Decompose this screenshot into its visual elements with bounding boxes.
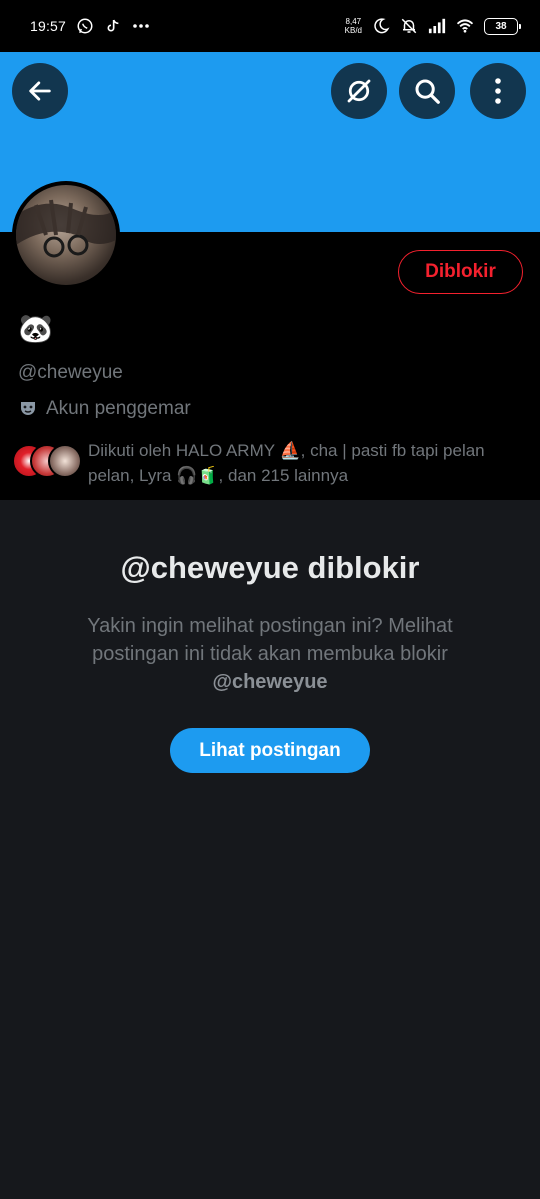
back-arrow-icon xyxy=(29,81,51,101)
theater-mask-icon xyxy=(18,399,38,419)
more-dots-icon xyxy=(132,17,150,35)
tiktok-icon xyxy=(104,17,122,35)
blocked-title: @cheweyue diblokir xyxy=(120,550,420,585)
moon-icon xyxy=(372,17,390,35)
battery-icon: 38 xyxy=(484,17,521,35)
view-posts-button[interactable]: Lihat postingan xyxy=(170,728,370,773)
blocked-section xyxy=(0,500,540,1199)
whatsapp-icon xyxy=(76,17,94,35)
status-bar-right: 8,47 KB/d 38 xyxy=(345,17,521,35)
battery-level: 38 xyxy=(495,20,507,32)
back-button[interactable] xyxy=(12,63,68,119)
followed-by[interactable]: Diikuti oleh HALO ARMY ⛵, cha | pasti fb… xyxy=(12,438,532,492)
blocked-description: Yakin ingin melihat postingan ini? Melih… xyxy=(50,612,490,696)
profile-handle: @cheweyue xyxy=(18,362,123,383)
bell-off-icon xyxy=(400,17,418,35)
network-speed-value: 8,47 xyxy=(345,17,362,26)
wifi-icon xyxy=(456,17,474,35)
avatar[interactable] xyxy=(12,181,120,289)
more-options-button[interactable] xyxy=(470,63,526,119)
search-icon xyxy=(415,79,440,104)
profile-category: Akun penggemar xyxy=(18,398,191,420)
grok-icon xyxy=(347,79,371,103)
blocked-button[interactable]: Diblokir xyxy=(398,250,523,294)
avatar-photo xyxy=(16,199,116,258)
category-label: Akun penggemar xyxy=(46,398,191,419)
display-name: 🐼 xyxy=(18,313,53,344)
more-vertical-icon xyxy=(495,78,501,104)
status-bar-left: 19:57 xyxy=(30,17,150,35)
followed-by-text: Diikuti oleh HALO ARMY ⛵, cha | pasti fb… xyxy=(88,441,485,485)
follower-avatar xyxy=(48,444,82,478)
blocked-description-handle: @cheweyue xyxy=(212,671,328,693)
status-bar: 19:57 8,47 KB/d 38 xyxy=(0,0,540,52)
follower-avatars xyxy=(12,444,82,484)
network-speed: 8,47 KB/d xyxy=(345,17,362,35)
app-root: 19:57 8,47 KB/d 38 Diblokir 🐼 @cheweyue … xyxy=(0,0,540,1199)
network-speed-unit: KB/d xyxy=(344,26,362,35)
signal-icon xyxy=(428,17,446,35)
status-time: 19:57 xyxy=(30,18,67,34)
blocked-description-text: Yakin ingin melihat postingan ini? Melih… xyxy=(87,615,453,665)
grok-button[interactable] xyxy=(331,63,387,119)
search-button[interactable] xyxy=(399,63,455,119)
